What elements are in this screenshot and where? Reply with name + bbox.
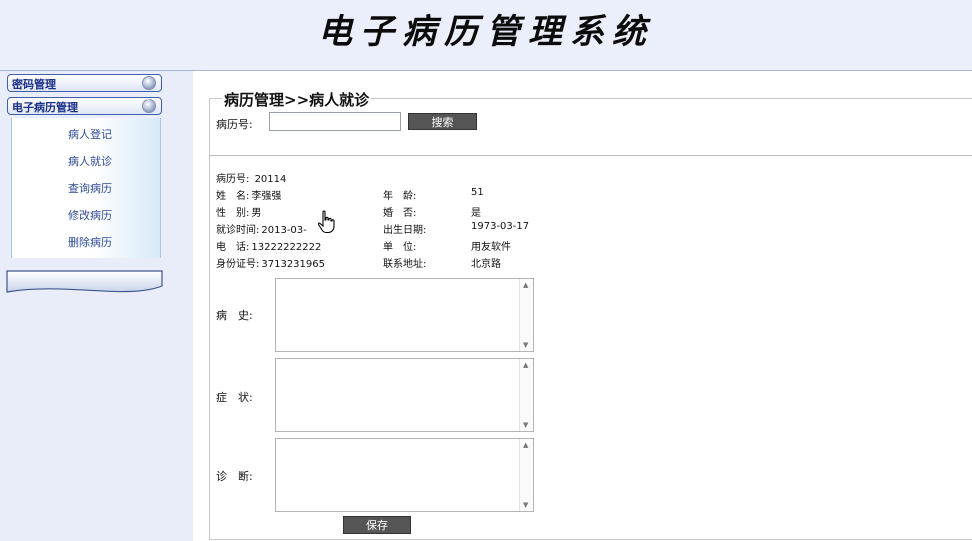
field-phone: 电 话: 13222222222 bbox=[216, 238, 321, 253]
field-record-no: 病历号: 20114 bbox=[216, 170, 286, 185]
circle-arrow-icon[interactable]: ˅ bbox=[143, 99, 155, 112]
field-label: 年 龄: bbox=[383, 191, 417, 202]
circle-arrow-icon[interactable]: › bbox=[143, 76, 155, 89]
scrollbar[interactable]: ▲ ▼ bbox=[519, 359, 533, 431]
sidebar-item-query[interactable]: 查询病历 bbox=[12, 180, 112, 196]
field-label: 联系地址: bbox=[383, 259, 427, 270]
field-birth-date: 出生日期: bbox=[383, 221, 426, 236]
scroll-up-icon[interactable]: ▲ bbox=[523, 441, 528, 449]
scroll-up-icon[interactable]: ▲ bbox=[523, 281, 528, 289]
menu-label: 电子病历管理 bbox=[12, 101, 78, 114]
field-label: 婚 否: bbox=[383, 208, 417, 219]
field-label: 单 位: bbox=[383, 242, 417, 253]
save-button[interactable]: 保存 bbox=[343, 516, 411, 534]
submenu-emr: 病人登记 病人就诊 查询病历 修改病历 删除病历 bbox=[11, 118, 161, 258]
scroll-down-icon[interactable]: ▼ bbox=[523, 341, 528, 349]
field-gender: 性 别: 男 bbox=[216, 204, 261, 219]
field-label: 身份证号: bbox=[216, 259, 260, 270]
scrollbar[interactable]: ▲ ▼ bbox=[519, 279, 533, 351]
field-label: 出生日期: bbox=[383, 225, 427, 236]
scrollbar[interactable]: ▲ ▼ bbox=[519, 439, 533, 511]
scroll-down-icon[interactable]: ▼ bbox=[523, 501, 528, 509]
field-value: 2013-03- bbox=[261, 225, 307, 236]
diagnosis-textarea[interactable] bbox=[275, 438, 534, 512]
scroll-up-icon[interactable]: ▲ bbox=[523, 361, 528, 369]
field-age-value: 51 bbox=[471, 187, 484, 198]
field-address: 联系地址: bbox=[383, 255, 426, 270]
field-value: 3713231965 bbox=[261, 259, 325, 270]
field-value: 13222222222 bbox=[251, 242, 322, 253]
app-header: 电子病历管理系统 bbox=[0, 0, 972, 71]
field-label: 性 别: bbox=[216, 208, 250, 219]
app-title: 电子病历管理系统 bbox=[318, 12, 654, 52]
symptoms-textarea[interactable] bbox=[275, 358, 534, 432]
field-label: 电 话: bbox=[216, 242, 250, 253]
field-age: 年 龄: bbox=[383, 187, 416, 202]
breadcrumb: 病历管理>>病人就诊 bbox=[222, 89, 372, 110]
sidebar-bottom-ornament bbox=[6, 270, 163, 293]
field-name: 姓 名: 李强强 bbox=[216, 187, 281, 202]
divider bbox=[209, 155, 972, 156]
sidebar-item-delete[interactable]: 删除病历 bbox=[12, 234, 112, 250]
field-value: 20114 bbox=[254, 174, 287, 185]
search-button[interactable]: 搜索 bbox=[408, 113, 477, 130]
hand-pointer-icon bbox=[317, 210, 335, 234]
field-marital-value: 是 bbox=[471, 208, 481, 219]
field-birth-date-value: 1973-03-17 bbox=[471, 221, 530, 232]
record-search-input[interactable] bbox=[269, 112, 401, 131]
diagnosis-label: 诊 断: bbox=[216, 470, 253, 483]
sidebar-item-visit[interactable]: 病人就诊 bbox=[12, 153, 112, 169]
search-label: 病历号: bbox=[216, 118, 253, 131]
field-value: 李强强 bbox=[251, 191, 282, 202]
history-label: 病 史: bbox=[216, 309, 253, 322]
menu-password-management[interactable]: 密码管理 › bbox=[7, 74, 162, 92]
field-value: 男 bbox=[251, 208, 262, 219]
field-marital: 婚 否: bbox=[383, 204, 416, 219]
sidebar-item-modify[interactable]: 修改病历 bbox=[12, 207, 112, 223]
symptoms-label: 症 状: bbox=[216, 391, 253, 404]
field-employer-value: 用友软件 bbox=[471, 242, 511, 253]
field-label: 姓 名: bbox=[216, 191, 250, 202]
field-id-card: 身份证号: 3713231965 bbox=[216, 255, 325, 270]
menu-label: 密码管理 bbox=[12, 78, 56, 91]
field-employer: 单 位: bbox=[383, 238, 416, 253]
menu-emr-management[interactable]: 电子病历管理 ˅ bbox=[7, 97, 162, 115]
scroll-down-icon[interactable]: ▼ bbox=[523, 421, 528, 429]
history-textarea[interactable] bbox=[275, 278, 534, 352]
sidebar-item-register[interactable]: 病人登记 bbox=[12, 126, 112, 142]
field-address-value: 北京路 bbox=[471, 259, 501, 270]
field-label: 就诊时间: bbox=[216, 225, 260, 236]
field-label: 病历号: bbox=[216, 174, 250, 185]
field-visit-time: 就诊时间: 2013-03- bbox=[216, 221, 307, 236]
